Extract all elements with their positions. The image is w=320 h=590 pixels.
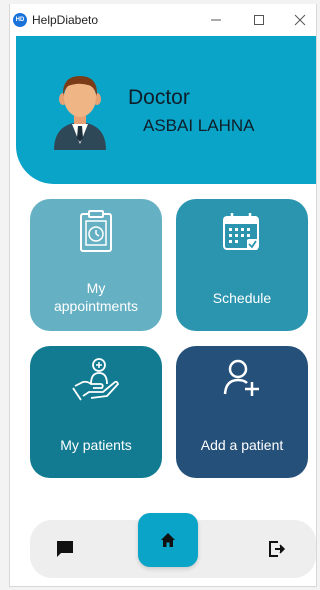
my-patients-label: My patients (60, 437, 132, 453)
app-logo-icon: HD (13, 13, 27, 27)
logout-icon[interactable] (266, 538, 288, 560)
calendar-icon (176, 209, 308, 253)
add-user-icon (176, 358, 308, 398)
home-button[interactable] (138, 513, 198, 567)
minimize-button[interactable] (201, 8, 231, 32)
add-patient-label: Add a patient (200, 437, 284, 453)
chat-icon[interactable] (54, 538, 76, 560)
maximize-icon (254, 15, 264, 25)
title-bar: HD HelpDiabeto (10, 4, 316, 36)
doctor-role: Doctor (128, 86, 190, 109)
close-button[interactable] (285, 8, 315, 32)
doctor-avatar-icon (50, 72, 110, 150)
schedule-tile[interactable]: Schedule (176, 199, 308, 331)
profile-header: Doctor ASBAI LAHNA (16, 36, 316, 184)
clipboard-clock-icon (30, 209, 162, 253)
app-window: HD HelpDiabeto Doctor ASBAI LAHNA My app… (9, 4, 317, 587)
hand-care-icon (30, 356, 162, 402)
maximize-button[interactable] (244, 8, 274, 32)
my-appointments-tile[interactable]: My appointments (30, 199, 162, 331)
my-appointments-label: My appointments (53, 280, 139, 314)
close-icon (294, 14, 306, 26)
window-title: HelpDiabeto (32, 13, 99, 27)
add-patient-tile[interactable]: Add a patient (176, 346, 308, 478)
doctor-name: ASBAI LAHNA (143, 116, 255, 135)
home-icon (161, 533, 175, 547)
schedule-label: Schedule (212, 290, 272, 306)
my-patients-tile[interactable]: My patients (30, 346, 162, 478)
minimize-icon (211, 19, 221, 21)
